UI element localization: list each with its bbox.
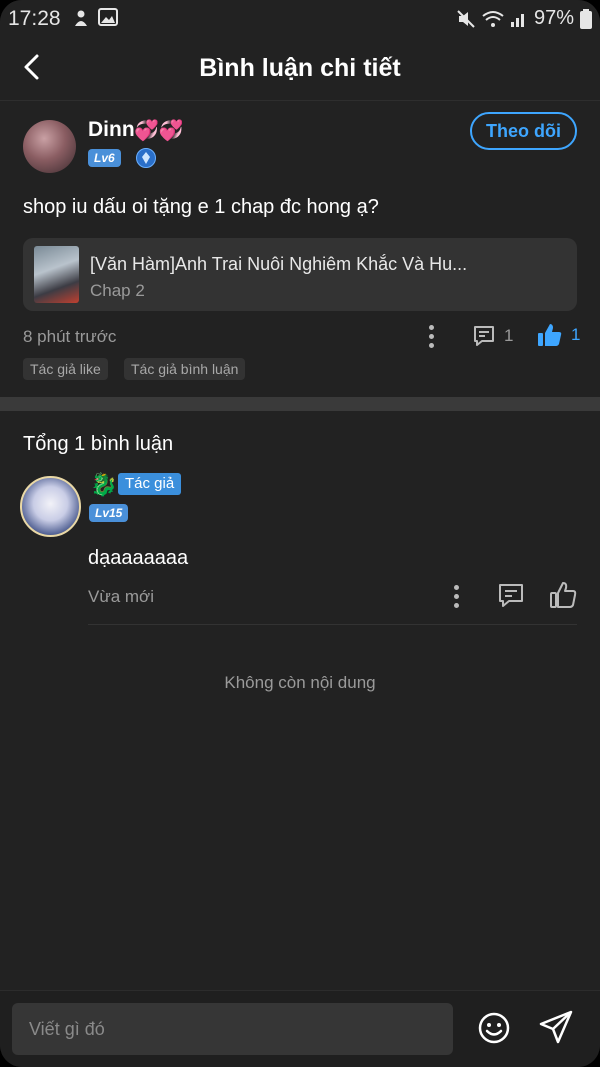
- post-text: shop iu dấu oi tặng e 1 chap đc hong ạ?: [23, 196, 379, 218]
- reply-comment-button[interactable]: [497, 582, 525, 610]
- thumbs-up-filled-icon: [538, 324, 562, 346]
- dot: [454, 603, 459, 608]
- mute-icon: [457, 9, 475, 28]
- avatar[interactable]: [20, 476, 81, 537]
- end-of-content-message: Không còn nội dung: [224, 673, 376, 692]
- username[interactable]: Dinn: [88, 118, 135, 142]
- status-time: 17:28: [8, 7, 61, 30]
- comment-text: dạaaaaaaa: [88, 547, 189, 569]
- comic-card[interactable]: [Văn Hàm]Anh Trai Nuôi Nghiêm Khắc Và Hu…: [23, 238, 577, 311]
- author-badge: Tác giả: [118, 473, 182, 495]
- comment-divider: [88, 624, 577, 625]
- signal-icon: [510, 13, 524, 27]
- wifi-icon: [482, 10, 504, 27]
- emoji-button[interactable]: [477, 1011, 511, 1045]
- more-options-button[interactable]: [427, 324, 437, 350]
- total-comments: Tổng 1 bình luận: [23, 433, 174, 455]
- dragon-icon: 🐉: [90, 472, 118, 497]
- section-divider: [0, 397, 600, 411]
- input-bar: [0, 990, 600, 1067]
- tag-author-like: Tác giả like: [23, 358, 108, 380]
- reply-like-button[interactable]: [549, 580, 577, 610]
- status-right: 97%: [456, 7, 592, 30]
- comment-count: 1: [504, 326, 514, 345]
- gallery-icon: [98, 8, 118, 26]
- dot: [454, 585, 459, 590]
- dot: [429, 325, 434, 330]
- dot: [429, 334, 434, 339]
- status-left-icons: [72, 8, 118, 28]
- post-time: 8 phút trước: [23, 327, 117, 346]
- comic-thumbnail: [34, 246, 79, 303]
- screen: 17:28 97% Bình luận chi tiết Dinn 💞💞 Lv6…: [0, 0, 600, 1067]
- comment-icon: [474, 326, 494, 346]
- comment-time: Vừa mới: [88, 587, 154, 606]
- notification-app-icon: [75, 10, 87, 26]
- battery-percent: 97%: [533, 7, 574, 29]
- status-bar: 17:28 97%: [0, 0, 600, 38]
- dot: [454, 594, 459, 599]
- send-button[interactable]: [538, 1009, 574, 1045]
- nav-header: Bình luận chi tiết: [0, 38, 600, 101]
- follow-button[interactable]: Theo dõi: [470, 112, 577, 150]
- comic-title: [Văn Hàm]Anh Trai Nuôi Nghiêm Khắc Và Hu…: [90, 254, 468, 274]
- battery-icon: [580, 8, 592, 29]
- hearts-emoji-icon: 💞💞: [134, 120, 184, 142]
- comic-chapter: Chap 2: [90, 281, 145, 300]
- page-title: Bình luận chi tiết: [199, 54, 401, 82]
- gem-badge-icon: [136, 148, 156, 168]
- level-badge: Lv15: [89, 504, 129, 522]
- like-count-button[interactable]: 1: [537, 320, 580, 350]
- comment-count-button[interactable]: 1: [472, 322, 513, 350]
- tag-author-comment: Tác giả bình luận: [124, 358, 246, 380]
- comment-more-options-button[interactable]: [452, 584, 462, 610]
- level-badge: Lv6: [88, 149, 121, 167]
- comment-input[interactable]: [12, 1003, 453, 1055]
- like-count: 1: [571, 325, 581, 344]
- dot: [429, 343, 434, 348]
- avatar[interactable]: [23, 120, 76, 173]
